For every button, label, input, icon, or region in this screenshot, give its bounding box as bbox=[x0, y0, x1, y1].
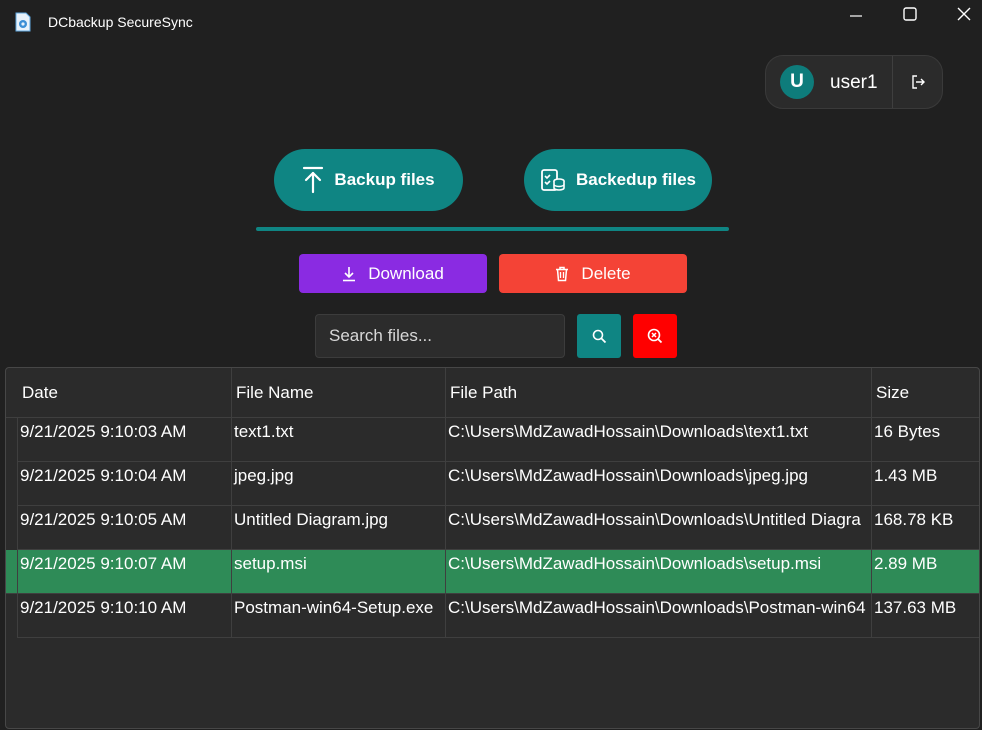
download-label: Download bbox=[368, 263, 444, 283]
cell-size: 1.43 MB bbox=[874, 466, 938, 485]
cell-date: 9/21/2025 9:10:05 AM bbox=[20, 510, 187, 529]
column-header-date[interactable]: Date bbox=[12, 368, 58, 418]
minimize-icon bbox=[850, 15, 862, 17]
app-logo-icon bbox=[15, 12, 31, 32]
cell-file-name: Untitled Diagram.jpg bbox=[234, 510, 389, 529]
maximize-button[interactable] bbox=[887, 0, 933, 28]
table-row[interactable]: 9/21/2025 9:10:05 AM Untitled Diagram.jp… bbox=[17, 506, 979, 550]
cell-file-path: C:\Users\MdZawadHossain\Downloads\jpeg.j… bbox=[448, 466, 808, 485]
cell-date: 9/21/2025 9:10:07 AM bbox=[20, 554, 187, 573]
maximize-icon bbox=[903, 7, 917, 21]
download-icon bbox=[343, 266, 356, 281]
search-icon bbox=[592, 329, 606, 343]
column-header-file-path[interactable]: File Path bbox=[440, 368, 517, 418]
cell-file-name: jpeg.jpg bbox=[234, 466, 294, 485]
column-separator[interactable] bbox=[445, 368, 446, 638]
tab-backup-files-label: Backup files bbox=[334, 170, 435, 189]
tab-backedup-files[interactable]: Backedup files bbox=[524, 149, 712, 211]
column-separator[interactable] bbox=[231, 368, 232, 638]
cell-date: 9/21/2025 9:10:03 AM bbox=[20, 422, 187, 441]
upload-arrow-icon bbox=[303, 166, 324, 194]
table-row[interactable]: 9/21/2025 9:10:03 AM text1.txt C:\Users\… bbox=[17, 418, 979, 462]
tab-backedup-files-label: Backedup files bbox=[576, 170, 696, 189]
cell-file-name: Postman-win64-Setup.exe bbox=[234, 598, 434, 617]
user-profile-pill: U user1 bbox=[765, 55, 943, 109]
logout-button[interactable] bbox=[893, 56, 943, 108]
cell-date: 9/21/2025 9:10:10 AM bbox=[20, 598, 187, 617]
minimize-button[interactable] bbox=[833, 0, 879, 28]
cell-file-path: C:\Users\MdZawadHossain\Downloads\Untitl… bbox=[448, 510, 861, 529]
backed-up-files-icon bbox=[541, 169, 565, 191]
cell-size: 2.89 MB bbox=[874, 554, 938, 573]
cell-size: 137.63 MB bbox=[874, 598, 957, 617]
cell-file-path: C:\Users\MdZawadHossain\Downloads\text1.… bbox=[448, 422, 808, 441]
trash-icon bbox=[556, 266, 569, 281]
column-header-file-name[interactable]: File Name bbox=[226, 368, 313, 418]
cell-size: 168.78 KB bbox=[874, 510, 954, 529]
table-header: Date File Name File Path Size bbox=[6, 368, 979, 418]
close-window-button[interactable] bbox=[941, 0, 982, 28]
cell-file-name: text1.txt bbox=[234, 422, 294, 441]
cell-date: 9/21/2025 9:10:04 AM bbox=[20, 466, 187, 485]
table-row[interactable]: 9/21/2025 9:10:04 AM jpeg.jpg C:\Users\M… bbox=[17, 462, 979, 506]
close-icon bbox=[957, 7, 971, 21]
avatar[interactable]: U bbox=[780, 65, 814, 99]
user-name: user1 bbox=[830, 72, 878, 93]
cell-file-path: C:\Users\MdZawadHossain\Downloads\setup.… bbox=[448, 554, 822, 573]
delete-button[interactable]: Delete bbox=[499, 254, 687, 293]
download-button[interactable]: Download bbox=[299, 254, 487, 293]
table-row[interactable]: 9/21/2025 9:10:10 AM Postman-win64-Setup… bbox=[17, 594, 979, 638]
tab-indicator bbox=[256, 227, 729, 231]
table-row-selected[interactable]: 9/21/2025 9:10:07 AM setup.msi C:\Users\… bbox=[6, 550, 979, 594]
cell-size: 16 Bytes bbox=[874, 422, 941, 441]
clear-search-icon bbox=[647, 328, 663, 344]
row-header-separator bbox=[17, 418, 18, 638]
search-input[interactable] bbox=[315, 314, 565, 358]
cell-file-path: C:\Users\MdZawadHossain\Downloads\Postma… bbox=[448, 598, 866, 617]
search-button[interactable] bbox=[577, 314, 621, 358]
logout-icon bbox=[912, 75, 925, 89]
window-title: DCbackup SecureSync bbox=[48, 14, 193, 30]
title-bar: DCbackup SecureSync bbox=[0, 0, 982, 44]
files-table[interactable]: Date File Name File Path Size 9/21/2025 … bbox=[5, 367, 980, 729]
tab-backup-files[interactable]: Backup files bbox=[274, 149, 463, 211]
clear-search-button[interactable] bbox=[633, 314, 677, 358]
delete-label: Delete bbox=[581, 263, 631, 283]
column-header-size[interactable]: Size bbox=[866, 368, 909, 418]
column-separator[interactable] bbox=[871, 368, 872, 638]
cell-file-name: setup.msi bbox=[234, 554, 307, 573]
